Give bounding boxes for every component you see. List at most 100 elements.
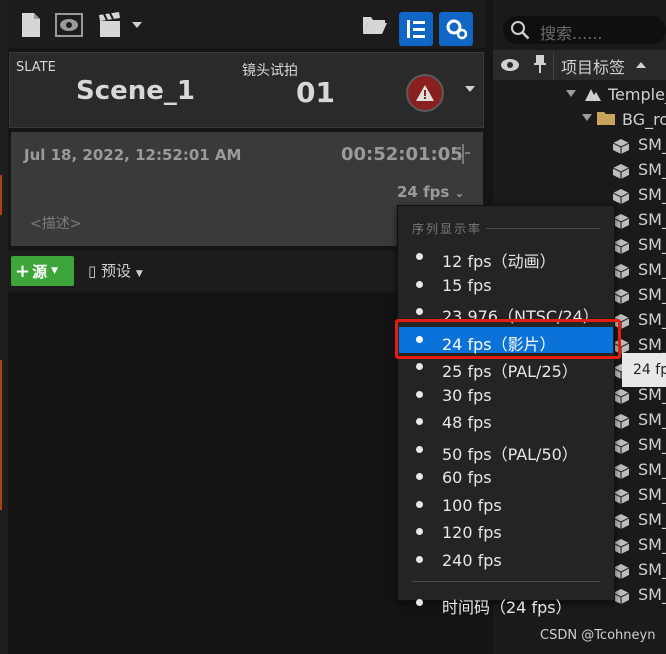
menu-item-label: 12 fps（动画）: [442, 252, 556, 271]
menu-item-label: 100 fps: [442, 496, 502, 515]
tooltip: 24 fps: [622, 353, 666, 387]
caret-down-icon: ▼: [51, 266, 59, 276]
tree-item-mesh[interactable]: SM_: [638, 260, 666, 279]
record-button[interactable]: [406, 74, 444, 112]
caret-down-icon: ▼: [135, 269, 143, 279]
clapperboard-icon[interactable]: [96, 10, 126, 40]
take-timestamp: Jul 18, 2022, 12:52:01 AM: [24, 146, 242, 164]
tree-item-mesh[interactable]: SM_: [638, 485, 666, 504]
tree-item-mesh[interactable]: SM_: [638, 135, 666, 154]
menu-item-frame-rate[interactable]: 60 fps: [399, 464, 613, 490]
tree-item-mesh[interactable]: SM_: [638, 510, 666, 529]
left-edge-strip: [0, 0, 8, 654]
left-strip-marker: [0, 175, 2, 215]
preset-icon: ▯: [88, 262, 97, 280]
tree-item-mesh[interactable]: SM_: [638, 385, 666, 404]
menu-divider: [412, 581, 600, 582]
frame-rate-dropdown[interactable]: 24 fps ⌄: [397, 183, 465, 201]
settings-icon[interactable]: [439, 12, 473, 46]
tree-item-mesh[interactable]: SM_: [638, 460, 666, 479]
presets-dropdown[interactable]: ▯ 预设 ▼: [88, 260, 143, 281]
tree-item-mesh[interactable]: SM_: [638, 185, 666, 204]
menu-item-label: 时间码（24 fps）: [442, 598, 572, 617]
tree-item-mesh[interactable]: SM_: [638, 435, 666, 454]
menu-item-frame-rate[interactable]: 120 fps: [399, 519, 613, 545]
bullet-icon: [416, 281, 423, 288]
static-mesh-icon: [612, 163, 630, 179]
tree-item-mesh[interactable]: SM_: [638, 410, 666, 429]
menu-item-frame-rate[interactable]: 240 fps: [399, 547, 613, 573]
item-label-column-header[interactable]: 项目标签: [561, 54, 625, 78]
bullet-icon: [416, 599, 423, 606]
visibility-eye-icon[interactable]: [500, 57, 520, 76]
menu-item-label: 25 fps（PAL/25）: [442, 362, 578, 381]
list-view-icon[interactable]: [399, 12, 433, 46]
tree-item-mesh[interactable]: SM_: [638, 560, 666, 579]
menu-item-label: 50 fps（PAL/50）: [442, 445, 578, 464]
menu-item-frame-rate[interactable]: 15 fps: [399, 272, 613, 298]
bullet-icon: [416, 391, 423, 398]
menu-item-label: 15 fps: [442, 276, 492, 295]
slate-options-chevron-icon[interactable]: [465, 86, 475, 92]
tree-item-mesh[interactable]: SM_: [638, 310, 666, 329]
review-icon[interactable]: [54, 10, 84, 40]
tree-item-level[interactable]: Temple_: [608, 85, 666, 104]
frame-rate-value: 24 fps: [397, 183, 450, 201]
bullet-icon: [416, 308, 423, 315]
menu-item-frame-rate[interactable]: 30 fps: [399, 382, 613, 408]
expand-arrow-icon[interactable]: [582, 114, 592, 121]
chevron-down-icon[interactable]: [132, 22, 142, 28]
description-field[interactable]: <描述>: [30, 213, 81, 233]
menu-item-frame-rate[interactable]: 48 fps: [399, 409, 613, 435]
menu-item-label: 60 fps: [442, 468, 492, 487]
search-icon: [510, 20, 530, 44]
selection-highlight-annotation: [395, 319, 621, 359]
menu-item-frame-rate[interactable]: 100 fps: [399, 492, 613, 518]
tree-item-mesh[interactable]: SM_: [638, 210, 666, 229]
pin-icon[interactable]: [533, 54, 547, 78]
new-file-icon[interactable]: [16, 10, 46, 40]
add-source-label: 源: [32, 262, 48, 281]
menu-item-label: 240 fps: [442, 551, 502, 570]
bullet-icon: [416, 418, 423, 425]
menu-section-heading: 序列显示率: [412, 222, 483, 236]
take-timecode: 00:52:01:05: [341, 144, 463, 165]
bullet-icon: [416, 528, 423, 535]
expand-arrow-icon[interactable]: [566, 90, 576, 97]
search-placeholder: 搜索......: [540, 24, 603, 43]
timecode-sync-icon[interactable]: [456, 144, 470, 164]
watermark: CSDN @Tcohneyn: [540, 628, 656, 643]
presets-label: 预设: [101, 262, 132, 280]
static-mesh-icon: [612, 138, 630, 154]
folder-open-icon[interactable]: [360, 10, 390, 40]
tree-item-mesh[interactable]: SM_: [638, 285, 666, 304]
take-label: 镜头试拍: [242, 63, 298, 79]
tree-item-folder[interactable]: BG_ro: [622, 110, 666, 129]
sort-ascending-icon[interactable]: [636, 62, 646, 68]
bullet-icon: [416, 556, 423, 563]
menu-heading-divider: [486, 228, 600, 229]
add-source-button[interactable]: + 源 ▼: [11, 256, 74, 286]
menu-item-label: 30 fps: [442, 386, 492, 405]
bullet-icon: [416, 363, 423, 370]
bullet-icon: [416, 446, 423, 453]
tree-item-mesh[interactable]: SM_: [638, 335, 666, 354]
take-number[interactable]: 01: [296, 76, 335, 109]
folder-icon: [596, 110, 616, 130]
menu-item-frame-rate[interactable]: 50 fps（PAL/50）: [399, 437, 613, 464]
bullet-icon: [416, 253, 423, 260]
menu-item-timecode[interactable]: 时间码（24 fps）: [399, 590, 613, 617]
scene-name[interactable]: Scene_1: [76, 76, 195, 106]
bullet-icon: [416, 473, 423, 480]
tree-item-mesh[interactable]: SM_: [638, 235, 666, 254]
warning-icon: [416, 85, 434, 101]
tree-item-mesh[interactable]: SM_: [638, 535, 666, 554]
tree-item-mesh[interactable]: SM_: [638, 585, 666, 604]
static-mesh-icon: [612, 188, 630, 204]
chevron-down-icon: ⌄: [454, 186, 465, 200]
menu-item-frame-rate[interactable]: 12 fps（动画）: [399, 244, 613, 271]
bullet-icon: [416, 501, 423, 508]
tree-item-mesh[interactable]: SM_: [638, 160, 666, 179]
column-divider: [553, 52, 554, 80]
plus-icon: +: [15, 260, 31, 282]
